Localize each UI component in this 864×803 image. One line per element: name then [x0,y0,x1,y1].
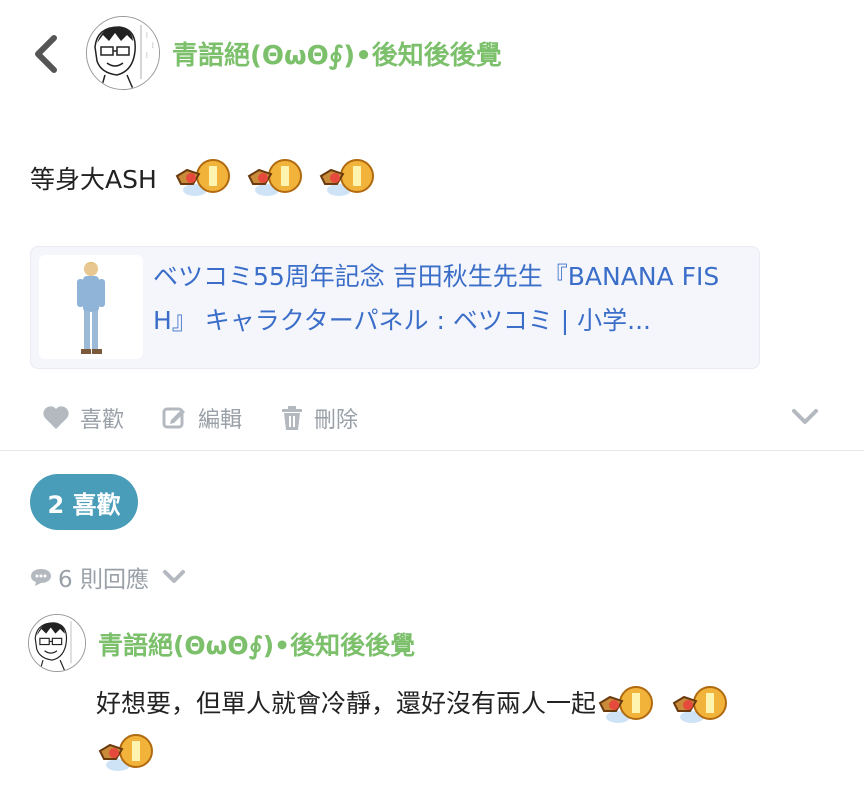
post-action-bar: 喜歡 編輯 刪除 [42,402,396,434]
heart-icon [43,406,69,429]
likes-count-button[interactable]: 2 喜歡 [30,474,138,530]
link-title[interactable]: ベツコミ55周年記念 吉田秋生先生『BANANA FISH』 キャラクターパネル… [153,255,743,343]
chevron-down-icon [162,570,185,583]
comment-avatar[interactable] [28,614,86,672]
sticker-emoji-icon [319,159,374,196]
manga-avatar-image [29,615,85,671]
avatar[interactable]: ⋮ ⋮ ⋮ [86,16,160,90]
edit-label: 編輯 [198,408,243,433]
link-preview-card[interactable]: ベツコミ55周年記念 吉田秋生先生『BANANA FISH』 キャラクターパネル… [30,246,760,369]
replies-toggle[interactable]: 6 則回應 [30,560,187,594]
sticker-emoji-icon [175,159,230,196]
edit-button[interactable]: 編輯 [162,402,242,434]
delete-label: 刪除 [314,408,359,433]
svg-text:⋮: ⋮ [150,42,156,49]
chevron-left-icon [35,35,57,73]
chevron-down-icon [792,409,818,424]
manga-avatar-image: ⋮ ⋮ ⋮ [87,17,159,89]
sticker-emoji-icon [598,686,654,723]
svg-text:⋮: ⋮ [144,32,150,39]
like-button[interactable]: 喜歡 [42,402,124,434]
sticker-emoji-icon [247,159,302,196]
comment-body: 好想要，但單人就會冷靜，還好沒有兩人一起 [96,680,816,776]
svg-text:⋮: ⋮ [144,52,150,59]
post-author-name[interactable]: 青語絕(ΘωΘ∮)•後知後後覺 [172,35,502,72]
sticker-emoji-icon [672,686,728,723]
section-divider [0,450,864,451]
comment-bubble-icon [31,569,51,586]
delete-button[interactable]: 刪除 [280,402,358,434]
character-figure-image [77,262,105,354]
comment-author-name[interactable]: 青語絕(ΘωΘ∮)•後知後後覺 [98,626,415,662]
edit-icon [162,407,186,429]
sticker-emoji-icon [98,734,153,771]
comment-text: 好想要，但單人就會冷靜，還好沒有兩人一起 [96,689,597,718]
link-thumbnail [39,255,143,359]
back-button[interactable] [30,34,62,74]
like-label: 喜歡 [80,408,125,433]
post-body: 等身大ASH [30,158,379,198]
trash-icon [282,406,303,430]
post-text: 等身大ASH [30,165,157,194]
replies-count-label: 6 則回應 [58,567,149,593]
more-options-button[interactable] [790,405,820,429]
